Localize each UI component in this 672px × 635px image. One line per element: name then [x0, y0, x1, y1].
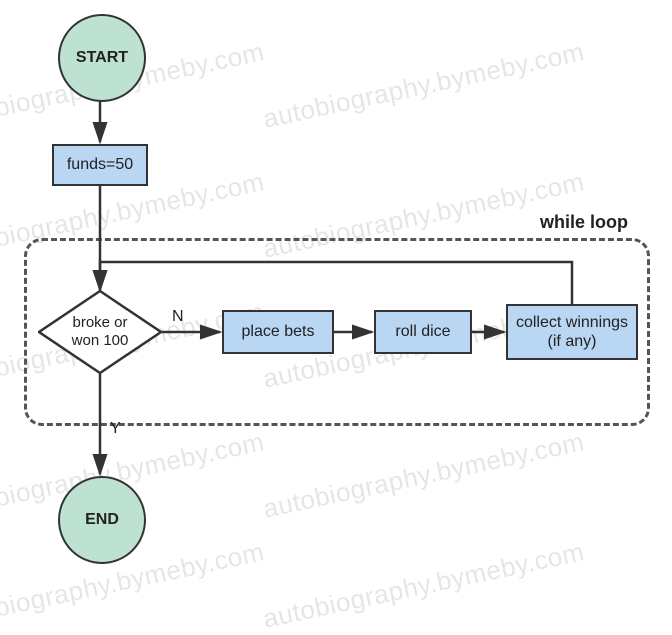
end-node: END	[58, 476, 146, 564]
flowchart-canvas: autobiography.bymeby.com autobiography.b…	[0, 0, 672, 589]
start-node: START	[58, 14, 146, 102]
decision-node: broke or won 100	[38, 290, 162, 374]
init-funds-node: funds=50	[52, 144, 148, 186]
edge-label-yes: Y	[110, 420, 121, 438]
end-node-label: END	[85, 511, 119, 529]
collect-winnings-label: collect winnings (if any)	[516, 313, 628, 351]
start-node-label: START	[76, 49, 128, 67]
roll-dice-label: roll dice	[395, 323, 450, 341]
place-bets-label: place bets	[242, 323, 315, 341]
init-funds-label: funds=50	[67, 156, 133, 174]
decision-label: broke or won 100	[72, 314, 129, 350]
edge-label-no: N	[172, 308, 184, 326]
collect-winnings-node: collect winnings (if any)	[506, 304, 638, 360]
place-bets-node: place bets	[222, 310, 334, 354]
roll-dice-node: roll dice	[374, 310, 472, 354]
